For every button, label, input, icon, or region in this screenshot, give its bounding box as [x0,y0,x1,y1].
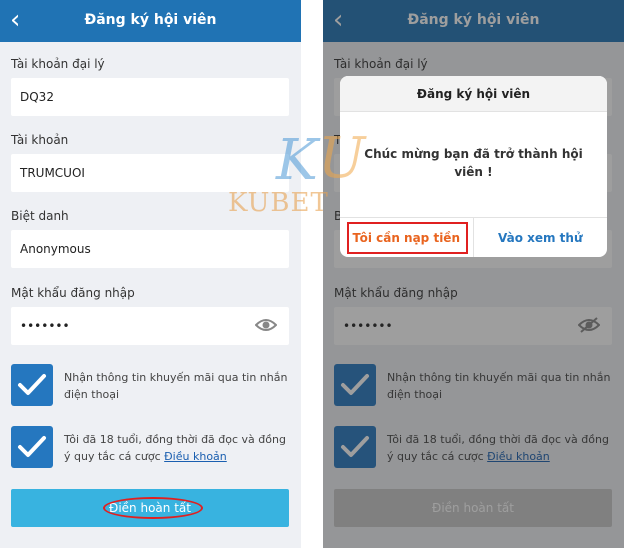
account-value: TRUMCUOI [20,166,85,180]
header-bar: ‹ Đăng ký hội viên [0,0,301,42]
promo-sms-text: Nhận thông tin khuyến mãi qua tin nhắn đ… [64,371,288,401]
dialog-title: Đăng ký hội viên [340,76,607,112]
nickname-value: Anonymous [20,242,91,256]
highlight-box [347,222,468,254]
account-input[interactable]: TRUMCUOI [11,154,289,192]
age-terms-checkbox[interactable] [11,426,53,468]
registration-screen: ‹ Đăng ký hội viên Tài khoản đại lý DQ32… [0,0,301,548]
agent-account-input[interactable]: DQ32 [11,78,289,116]
view-trial-button[interactable]: Vào xem thử [474,218,608,257]
watermark-logo-u: U [318,126,366,191]
password-value: ••••••• [20,319,70,333]
password-label: Mật khẩu đăng nhập [11,286,135,300]
agent-account-value: DQ32 [20,90,54,104]
checkmark-icon [18,374,46,395]
registration-success-screen: ‹ Đăng ký hội viên Tài khoản đại lý T B … [323,0,624,548]
nickname-label: Biệt danh [11,209,69,223]
success-dialog: Đăng ký hội viên Chúc mừng bạn đã trở th… [340,76,607,257]
terms-link[interactable]: Điều khoản [164,450,227,463]
promo-sms-checkbox[interactable] [11,364,53,406]
watermark-logo-text: KUBET [228,188,329,218]
watermark-logo-k: K [276,128,318,193]
page-title: Đăng ký hội viên [84,12,217,28]
submit-button[interactable]: Điền hoàn tất [11,489,289,527]
password-input[interactable]: ••••••• [11,307,289,345]
highlight-ellipse [103,497,203,519]
agent-account-label: Tài khoản đại lý [11,57,105,71]
nickname-input[interactable]: Anonymous [11,230,289,268]
age-terms-text-block: Tôi đã 18 tuổi, đồng thời đã đọc và đồng… [64,431,292,465]
eye-icon[interactable] [255,317,277,333]
checkmark-icon [18,436,46,457]
dialog-message: Chúc mừng bạn đã trở thành hội viên ! [364,147,583,179]
account-label: Tài khoản [11,133,69,147]
dialog-buttons: Tôi cần nạp tiền Vào xem thử [340,217,607,257]
